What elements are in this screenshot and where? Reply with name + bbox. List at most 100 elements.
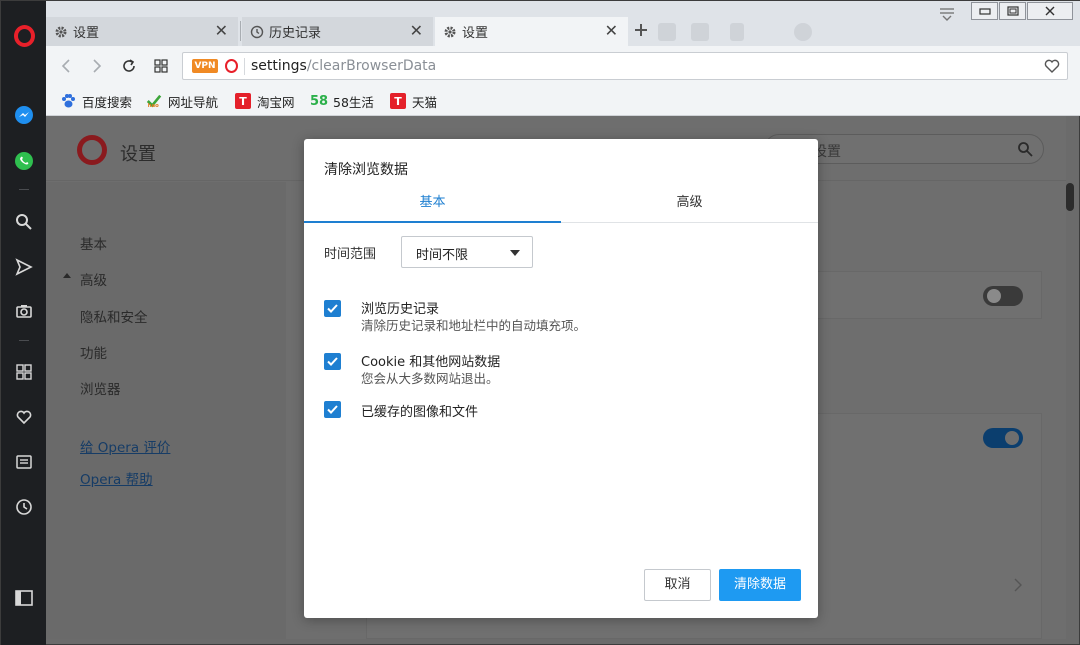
tab-divider bbox=[240, 21, 241, 41]
time-range-select[interactable]: 时间不限 bbox=[401, 236, 533, 268]
bookmark-label: 淘宝网 bbox=[257, 94, 295, 110]
nav-basic[interactable]: 基本 bbox=[80, 233, 107, 253]
tab-label: 历史记录 bbox=[269, 26, 322, 41]
option-title: 已缓存的图像和文件 bbox=[361, 405, 479, 420]
toolbar-ghost-icon bbox=[730, 23, 744, 41]
bookmark-heart-icon[interactable] bbox=[1043, 57, 1061, 75]
toggle-switch-off[interactable] bbox=[983, 286, 1023, 306]
bookmark-58[interactable]: 58 58生活 bbox=[309, 92, 374, 110]
bookmark-label: 天猫 bbox=[412, 94, 438, 110]
camera-icon[interactable] bbox=[13, 300, 35, 322]
send-icon[interactable] bbox=[13, 256, 35, 278]
dialog-title: 清除浏览数据 bbox=[324, 162, 408, 178]
clock-icon bbox=[250, 25, 264, 39]
rate-opera-link[interactable]: 给 Opera 评价 bbox=[80, 436, 170, 456]
vpn-badge[interactable]: VPN bbox=[192, 59, 218, 73]
history-clock-icon[interactable] bbox=[13, 496, 35, 518]
sidebar-divider bbox=[19, 189, 29, 190]
news-icon[interactable] bbox=[13, 451, 35, 473]
tab-label: 设置 bbox=[462, 26, 489, 41]
tab-settings-active[interactable]: 设置 ✕ bbox=[435, 17, 628, 46]
url-text: settings/clearBrowserData bbox=[251, 58, 436, 74]
bookmarks-bar: 百度搜索 hao 网址导航 T 淘宝网 58 58生活 T 天猫 bbox=[46, 86, 1080, 116]
close-icon[interactable]: ✕ bbox=[215, 23, 228, 39]
baidu-paw-icon bbox=[60, 93, 76, 109]
new-tab-plus-icon[interactable] bbox=[634, 23, 648, 37]
close-icon[interactable]: ✕ bbox=[605, 23, 618, 39]
taobao-icon: T bbox=[235, 93, 251, 109]
bookmark-label: 网址导航 bbox=[168, 94, 219, 110]
nav-browser[interactable]: 浏览器 bbox=[80, 378, 121, 398]
toggle-switch-on[interactable] bbox=[983, 428, 1023, 448]
tab-settings-1[interactable]: 设置 ✕ bbox=[46, 17, 238, 46]
option-description: 清除历史记录和地址栏中的自动填充项。 bbox=[361, 318, 587, 333]
toolbar-ghost-icon bbox=[794, 23, 812, 41]
nav-features[interactable]: 功能 bbox=[80, 342, 107, 362]
maximize-button[interactable] bbox=[999, 2, 1026, 20]
tab-history[interactable]: 历史记录 ✕ bbox=[242, 17, 433, 46]
reload-button[interactable] bbox=[119, 56, 139, 76]
toolbar-ghost-icon bbox=[691, 23, 709, 41]
bookmark-tmall[interactable]: T 天猫 bbox=[390, 92, 437, 110]
speed-dial-icon[interactable] bbox=[13, 361, 35, 383]
whatsapp-icon[interactable] bbox=[13, 150, 35, 172]
page-scrollbar[interactable] bbox=[1066, 183, 1074, 211]
58-icon: 58 bbox=[309, 93, 329, 109]
opera-logo-icon bbox=[77, 135, 107, 165]
chevron-right-icon[interactable] bbox=[1013, 578, 1023, 592]
url-path: /clearBrowserData bbox=[306, 58, 437, 74]
checkbox-checked[interactable] bbox=[324, 353, 341, 370]
tab-basic[interactable]: 基本 bbox=[304, 189, 561, 223]
url-divider bbox=[244, 58, 245, 75]
close-window-button[interactable] bbox=[1027, 2, 1073, 20]
tab-menu-icon[interactable] bbox=[939, 7, 955, 21]
opera-help-link[interactable]: Opera 帮助 bbox=[80, 468, 153, 488]
close-icon[interactable]: ✕ bbox=[410, 23, 423, 39]
back-button[interactable] bbox=[56, 56, 76, 76]
speed-dial-grid-button[interactable] bbox=[151, 56, 171, 76]
browser-window: 设置 ✕ 历史记录 ✕ 设置 ✕ VPN settings/clearBrows… bbox=[0, 0, 1080, 645]
checkbox-checked[interactable] bbox=[324, 401, 341, 418]
toolbar-ghost-icon bbox=[658, 23, 676, 41]
bookmark-label: 百度搜索 bbox=[82, 94, 133, 110]
tab-label: 设置 bbox=[73, 26, 100, 41]
bookmark-label: 58生活 bbox=[333, 94, 374, 110]
forward-button[interactable] bbox=[87, 56, 107, 76]
settings-nav: 基本 高级 隐私和安全 功能 浏览器 给 Opera 评价 Opera 帮助 bbox=[46, 182, 286, 639]
bookmark-baidu[interactable]: 百度搜索 bbox=[60, 92, 132, 110]
tab-bar: 设置 ✕ 历史记录 ✕ 设置 ✕ bbox=[46, 1, 1080, 46]
tmall-icon: T bbox=[390, 93, 406, 109]
svg-text:hao: hao bbox=[148, 103, 159, 109]
dropdown-arrow-icon bbox=[510, 250, 520, 256]
tab-advanced[interactable]: 高级 bbox=[561, 189, 818, 223]
sidebar-toggle-icon[interactable] bbox=[13, 587, 35, 609]
minimize-button[interactable] bbox=[971, 2, 998, 20]
messenger-icon[interactable] bbox=[13, 104, 35, 126]
address-toolbar: VPN settings/clearBrowserData bbox=[46, 46, 1080, 86]
settings-title: 设置 bbox=[120, 144, 156, 165]
dialog-tabs: 基本 高级 bbox=[304, 189, 818, 223]
hao123-icon: hao bbox=[146, 93, 162, 109]
bookmark-taobao[interactable]: T 淘宝网 bbox=[235, 92, 295, 110]
gear-icon bbox=[54, 25, 68, 39]
nav-privacy[interactable]: 隐私和安全 bbox=[80, 306, 148, 326]
cancel-button[interactable]: 取消 bbox=[644, 569, 711, 601]
time-range-label: 时间范围 bbox=[324, 247, 377, 262]
opera-site-icon bbox=[225, 59, 238, 73]
address-field[interactable]: VPN settings/clearBrowserData bbox=[182, 52, 1068, 80]
collapse-caret-icon[interactable] bbox=[63, 273, 71, 278]
search-icon[interactable] bbox=[13, 211, 35, 233]
gear-icon bbox=[443, 25, 457, 39]
time-range-value: 时间不限 bbox=[416, 248, 469, 263]
clear-browsing-data-dialog: 清除浏览数据 基本 高级 时间范围 时间不限 浏览历史记录 清除历史记录和地址栏… bbox=[304, 139, 818, 618]
checkbox-checked[interactable] bbox=[324, 300, 341, 317]
nav-advanced[interactable]: 高级 bbox=[80, 269, 107, 289]
opera-menu-icon[interactable] bbox=[14, 25, 35, 47]
heart-icon[interactable] bbox=[13, 406, 35, 428]
search-icon bbox=[1017, 141, 1033, 157]
clear-data-button[interactable]: 清除数据 bbox=[719, 569, 801, 601]
sidebar-divider bbox=[19, 340, 29, 341]
opera-sidebar bbox=[1, 1, 46, 645]
url-host: settings bbox=[251, 58, 307, 74]
bookmark-hao123[interactable]: hao 网址导航 bbox=[146, 92, 218, 110]
